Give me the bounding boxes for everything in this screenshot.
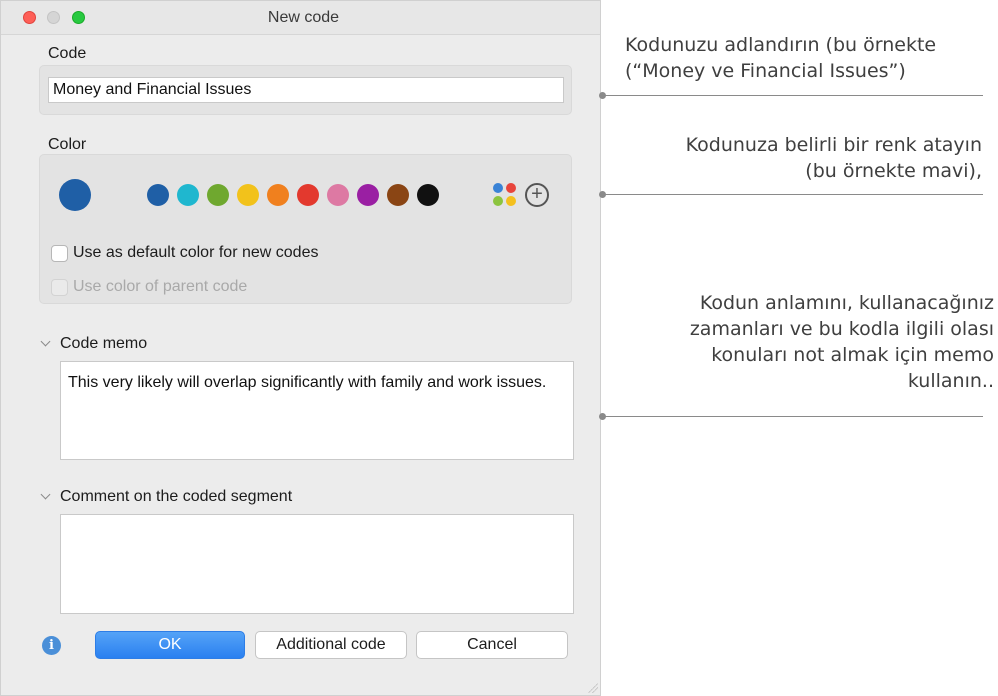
annotation-color-line2: (bu örnekte mavi), bbox=[805, 160, 982, 182]
color-swatch[interactable] bbox=[327, 184, 349, 206]
palette-dot-yellow bbox=[506, 196, 516, 206]
chevron-down-icon[interactable] bbox=[40, 489, 51, 500]
color-swatch[interactable] bbox=[417, 184, 439, 206]
color-swatch[interactable] bbox=[387, 184, 409, 206]
color-swatch[interactable] bbox=[267, 184, 289, 206]
window-title: New code bbox=[267, 9, 340, 26]
annotation-code-name: Kodunuzu adlandırın (bu örnekte (“Money … bbox=[625, 32, 936, 84]
parent-color-checkbox bbox=[51, 279, 68, 296]
resize-grip[interactable] bbox=[588, 683, 598, 693]
annotation-pointer-line bbox=[603, 95, 983, 96]
color-swatch[interactable] bbox=[177, 184, 199, 206]
annotation-memo: Kodun anlamını, kullanacağınız zamanları… bbox=[690, 290, 994, 394]
annotation-memo-line4: kullanın.. bbox=[907, 370, 994, 392]
annotation-pointer-dot bbox=[599, 92, 606, 99]
annotation-memo-line3: konuları not almak için memo bbox=[711, 344, 994, 366]
chevron-down-icon[interactable] bbox=[40, 336, 51, 347]
palette-icon[interactable] bbox=[493, 183, 519, 209]
annotation-code-name-line2: (“Money ve Financial Issues”) bbox=[625, 60, 906, 82]
color-swatch[interactable] bbox=[297, 184, 319, 206]
comment-label[interactable]: Comment on the coded segment bbox=[60, 488, 292, 506]
color-swatch[interactable] bbox=[147, 184, 169, 206]
palette-dot-blue bbox=[493, 183, 503, 193]
new-code-dialog: New code Code Color + Use as default col… bbox=[0, 0, 601, 696]
default-color-checkbox[interactable] bbox=[51, 245, 68, 262]
code-label: Code bbox=[48, 45, 87, 62]
palette-dot-green bbox=[493, 196, 503, 206]
annotation-color: Kodunuza belirli bir renk atayın (bu örn… bbox=[686, 132, 982, 184]
comment-textarea[interactable] bbox=[60, 514, 574, 614]
code-memo-label[interactable]: Code memo bbox=[60, 335, 147, 353]
annotation-color-line1: Kodunuza belirli bir renk atayın bbox=[685, 134, 982, 156]
annotation-memo-line1: Kodun anlamını, kullanacağınız bbox=[699, 292, 994, 314]
color-label: Color bbox=[48, 136, 87, 153]
color-swatch[interactable] bbox=[357, 184, 379, 206]
annotation-pointer-dot bbox=[599, 191, 606, 198]
default-color-checkbox-label: Use as default color for new codes bbox=[73, 244, 319, 261]
annotation-pointer-dot bbox=[599, 413, 606, 420]
parent-color-checkbox-label: Use color of parent code bbox=[73, 278, 248, 295]
selected-color-preview bbox=[59, 179, 91, 211]
annotation-pointer-line bbox=[603, 194, 983, 195]
ok-button[interactable]: OK bbox=[95, 631, 245, 659]
palette-dot-red bbox=[506, 183, 516, 193]
info-icon[interactable]: i bbox=[42, 636, 61, 655]
code-memo-textarea[interactable]: This very likely will overlap significan… bbox=[60, 361, 574, 460]
annotation-pointer-line bbox=[603, 416, 983, 417]
annotation-code-name-line1: Kodunuzu adlandırın (bu örnekte bbox=[625, 34, 937, 56]
additional-code-button[interactable]: Additional code bbox=[255, 631, 407, 659]
cancel-button[interactable]: Cancel bbox=[416, 631, 568, 659]
color-swatch[interactable] bbox=[237, 184, 259, 206]
annotation-memo-line2: zamanları ve bu kodla ilgili olası bbox=[689, 318, 994, 340]
add-circle-icon[interactable]: + bbox=[525, 183, 549, 207]
code-name-input[interactable] bbox=[48, 77, 564, 103]
title-bar: New code bbox=[1, 1, 600, 35]
color-swatch[interactable] bbox=[207, 184, 229, 206]
